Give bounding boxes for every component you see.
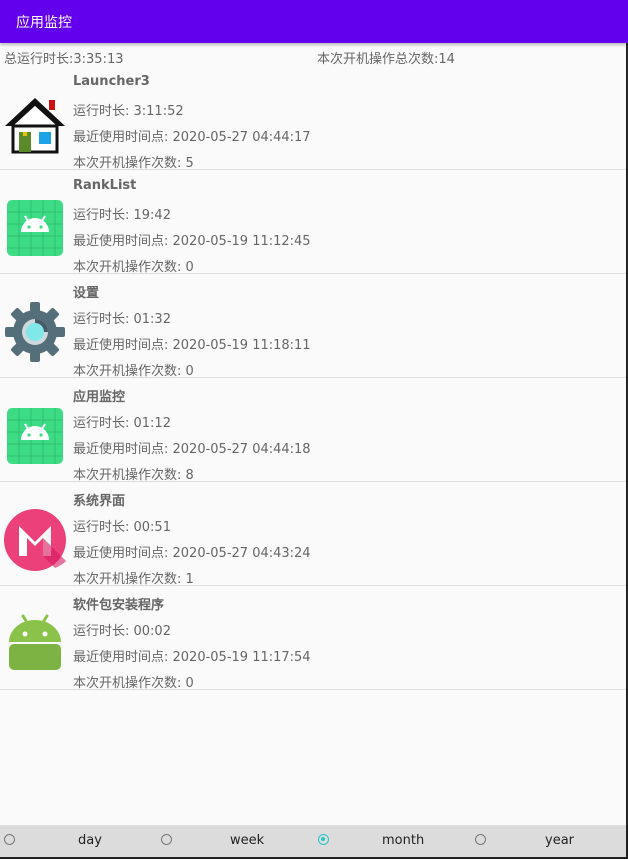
app-last-used: 最近使用时间点: 2020-05-19 11:18:11	[73, 338, 311, 353]
app-operations: 本次开机操作次数: 0	[73, 676, 194, 691]
app-title: 应用监控	[16, 15, 72, 31]
app-last-used: 最近使用时间点: 2020-05-19 11:12:45	[73, 234, 311, 249]
total-operations: 本次开机操作总次数:14	[317, 52, 455, 67]
app-name: 设置	[73, 286, 100, 301]
radio-label-week[interactable]: week	[230, 833, 264, 848]
time-range-radio-group: day week month year	[0, 825, 626, 859]
app-name: RankList	[73, 178, 137, 193]
app-operations: 本次开机操作次数: 5	[73, 156, 194, 171]
total-runtime: 总运行时长:3:35:13	[4, 52, 124, 67]
list-item-package-installer[interactable]: 软件包安装程序 运行时长: 00:02 最近使用时间点: 2020-05-19 …	[0, 586, 626, 691]
radio-month[interactable]	[318, 834, 329, 845]
app-runtime: 运行时长: 01:32	[73, 312, 171, 327]
radio-year[interactable]	[475, 834, 486, 845]
app-runtime: 运行时长: 3:11:52	[73, 104, 184, 119]
app-name: 软件包安装程序	[73, 598, 165, 613]
app-operations: 本次开机操作次数: 0	[73, 260, 194, 275]
app-runtime: 运行时长: 19:42	[73, 208, 171, 223]
launcher-house-icon	[5, 98, 65, 154]
app-operations: 本次开机操作次数: 0	[73, 364, 194, 379]
list-item-system-ui[interactable]: 系统界面 运行时长: 00:51 最近使用时间点: 2020-05-27 04:…	[0, 482, 626, 587]
radio-day[interactable]	[4, 834, 15, 845]
radio-week[interactable]	[161, 834, 172, 845]
app-bar: 应用监控	[0, 0, 628, 43]
app-last-used: 最近使用时间点: 2020-05-27 04:44:18	[73, 442, 311, 457]
android-app-icon	[7, 408, 63, 464]
app-operations: 本次开机操作次数: 8	[73, 468, 194, 483]
radio-label-day[interactable]: day	[78, 833, 102, 848]
app-last-used: 最近使用时间点: 2020-05-19 11:17:54	[73, 650, 311, 665]
list-item-ranklist[interactable]: RankList 运行时长: 19:42 最近使用时间点: 2020-05-19…	[0, 170, 626, 275]
app-operations: 本次开机操作次数: 1	[73, 572, 194, 587]
app-name: 系统界面	[73, 494, 126, 509]
list-item-launcher3[interactable]: Launcher3 运行时长: 3:11:52 最近使用时间点: 2020-05…	[0, 66, 626, 171]
marshmallow-icon	[4, 509, 66, 571]
app-list: Launcher3 运行时长: 3:11:52 最近使用时间点: 2020-05…	[0, 66, 626, 691]
list-item-app-monitor[interactable]: 应用监控 运行时长: 01:12 最近使用时间点: 2020-05-27 04:…	[0, 378, 626, 483]
app-name: 应用监控	[73, 390, 126, 405]
app-runtime: 运行时长: 00:02	[73, 624, 171, 639]
app-last-used: 最近使用时间点: 2020-05-27 04:43:24	[73, 546, 311, 561]
app-runtime: 运行时长: 01:12	[73, 416, 171, 431]
app-name: Launcher3	[73, 74, 150, 89]
app-runtime: 运行时长: 00:51	[73, 520, 171, 535]
settings-gear-icon	[5, 302, 65, 362]
list-item-settings[interactable]: 设置 运行时长: 01:32 最近使用时间点: 2020-05-19 11:18…	[0, 274, 626, 379]
summary-row: 总运行时长:3:35:13 本次开机操作总次数:14	[0, 48, 628, 67]
radio-label-year[interactable]: year	[545, 833, 574, 848]
android-robot-icon	[9, 614, 61, 670]
radio-label-month[interactable]: month	[382, 833, 424, 848]
app-last-used: 最近使用时间点: 2020-05-27 04:44:17	[73, 130, 311, 145]
android-app-icon	[7, 200, 63, 256]
